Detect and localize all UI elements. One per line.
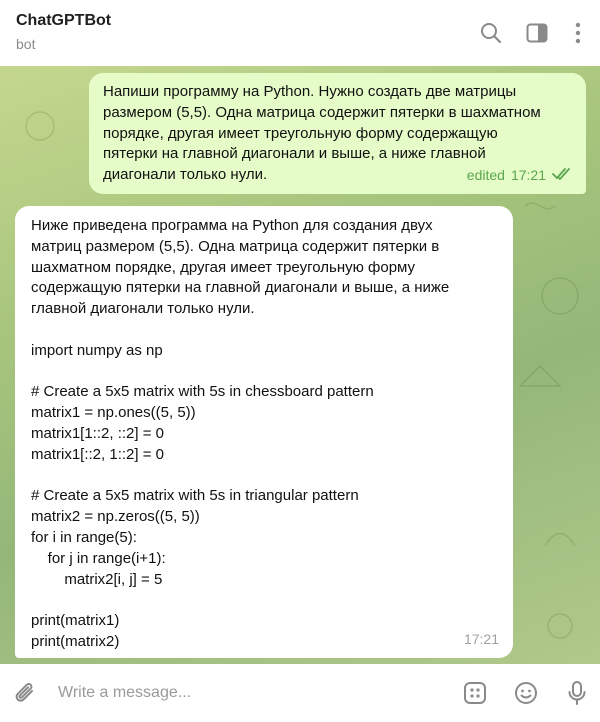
code-line: print(matrix1) <box>31 612 120 630</box>
code-line: for i in range(5): <box>31 528 137 546</box>
message-line: Напиши программу на Python. Нужно создат… <box>103 83 517 100</box>
incoming-message-text: Ниже приведена программа на Python для с… <box>31 216 491 653</box>
message-line: содержащую пятерки на главной диагонали … <box>31 279 450 297</box>
message-composer <box>0 664 600 722</box>
code-line: import numpy as np <box>31 341 163 359</box>
message-line: главной диагонали только нули. <box>31 300 255 318</box>
message-line: порядке, другая имеет треугольную форму … <box>103 124 498 142</box>
search-icon[interactable] <box>478 20 504 46</box>
outgoing-message[interactable]: Напиши программу на Python. Нужно создат… <box>89 73 586 194</box>
message-line: Ниже приведена программа на Python для с… <box>31 217 433 234</box>
incoming-message[interactable]: Ниже приведена программа на Python для с… <box>15 206 513 658</box>
message-line: пятерки на главной диагонали и выше, а н… <box>103 145 486 163</box>
code-line: matrix1[1::2, ::2] = 0 <box>31 424 164 442</box>
paperclip-icon[interactable] <box>13 680 39 706</box>
chat-header: ChatGPTBot bot <box>0 0 600 66</box>
code-line: # Create a 5x5 matrix with 5s in chessbo… <box>31 383 374 401</box>
emoji-icon[interactable] <box>513 680 539 706</box>
outgoing-message-meta: edited 17:21 <box>467 165 572 186</box>
chat-messages-area[interactable]: Напиши программу на Python. Нужно создат… <box>0 66 600 664</box>
message-time: 17:21 <box>510 167 546 184</box>
code-line: for j in range(i+1): <box>31 549 166 567</box>
code-line: # Create a 5x5 matrix with 5s in triangu… <box>31 487 359 505</box>
double-check-icon <box>552 165 572 186</box>
microphone-icon[interactable] <box>564 680 590 706</box>
code-line: matrix2[i, j] = 5 <box>31 570 163 588</box>
message-line: размером (5,5). Одна матрица содержит пя… <box>103 103 541 121</box>
code-line: matrix1 = np.ones((5, 5)) <box>31 404 196 422</box>
bot-commands-icon[interactable] <box>462 680 488 706</box>
code-line: print(matrix2) <box>31 632 120 650</box>
code-line: matrix2 = np.zeros((5, 5)) <box>31 508 200 526</box>
edited-label: edited <box>466 167 505 184</box>
sidebar-toggle-icon[interactable] <box>524 20 550 46</box>
message-time: 17:21 <box>463 631 499 648</box>
code-line: matrix1[::2, 1::2] = 0 <box>31 445 164 463</box>
chat-title[interactable]: ChatGPTBot <box>16 12 111 30</box>
message-line: шахматном порядке, другая имеет треуголь… <box>31 258 416 276</box>
more-vertical-icon[interactable] <box>565 20 591 46</box>
message-input[interactable] <box>58 682 438 704</box>
incoming-message-meta: 17:21 <box>464 629 499 650</box>
chat-status: bot <box>16 36 36 52</box>
message-line: матриц размером (5,5). Одна матрица соде… <box>31 237 440 255</box>
